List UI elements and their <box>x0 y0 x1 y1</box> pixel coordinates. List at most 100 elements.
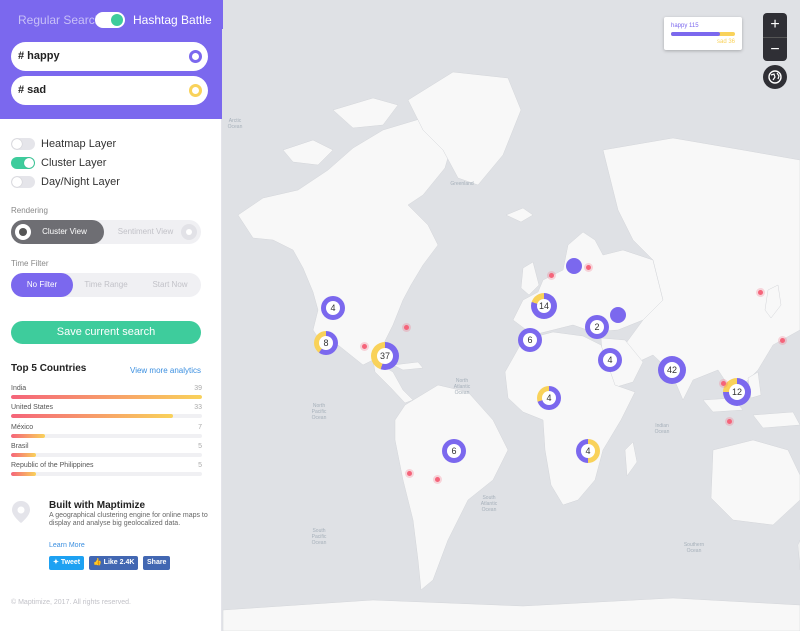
search-mode-switch[interactable] <box>95 12 125 28</box>
country-bar <box>11 453 202 457</box>
twitter-marker-icon[interactable] <box>566 258 582 274</box>
tweet-dot[interactable] <box>780 338 785 343</box>
country-count: 39 <box>194 385 202 392</box>
regular-search-label[interactable]: Regular Search <box>18 13 101 27</box>
tweet-dot[interactable] <box>727 419 732 424</box>
tweet-dot[interactable] <box>758 290 763 295</box>
time-filter-label: Time Filter <box>11 259 49 268</box>
cluster-count: 4 <box>585 446 591 456</box>
cluster-marker[interactable]: 12 <box>723 378 751 406</box>
time-filter-segmented-control: No Filter Time Range Start Now <box>11 273 201 297</box>
country-row: Republic of the Philippines 5 <box>11 462 202 482</box>
country-bar <box>11 414 202 418</box>
facebook-share-button[interactable]: Share <box>143 556 171 570</box>
ocean-label: Arctic Ocean <box>227 118 243 130</box>
no-filter-option[interactable]: No Filter <box>11 273 73 297</box>
ocean-label: North Pacific Ocean <box>311 403 327 421</box>
country-bar-fill <box>11 453 36 457</box>
tweet-dot[interactable] <box>362 344 367 349</box>
ocean-label: Southern Ocean <box>683 542 705 554</box>
cluster-marker[interactable]: 2 <box>585 315 609 339</box>
country-row: Brasil 5 <box>11 443 202 463</box>
country-bar-fill <box>11 395 202 399</box>
tweet-button[interactable]: ✦ Tweet <box>49 556 85 570</box>
cluster-view-radio-icon <box>15 224 31 240</box>
heatmap-layer-switch[interactable] <box>11 138 35 150</box>
time-range-option[interactable]: Time Range <box>75 273 137 297</box>
built-with-title: Built with Maptimize <box>49 500 146 511</box>
hashtag-battle-label[interactable]: Hashtag Battle <box>133 13 212 27</box>
country-bar <box>11 472 202 476</box>
country-name: United States <box>11 404 54 411</box>
world-map[interactable]: Arctic Ocean North Atlantic Ocean North Paci… <box>223 0 800 631</box>
save-search-button[interactable]: Save current search <box>11 321 201 344</box>
happy-score-fill <box>671 32 720 36</box>
start-now-option[interactable]: Start Now <box>139 273 201 297</box>
country-row: México 7 <box>11 424 202 444</box>
cluster-marker[interactable]: 4 <box>321 296 345 320</box>
tweet-dot[interactable] <box>586 265 591 270</box>
cluster-marker[interactable]: 42 <box>658 356 686 384</box>
copyright-text: © Maptimize, 2017. All rights reserved. <box>11 599 131 606</box>
switch-knob <box>111 14 123 26</box>
country-name: Brasil <box>11 443 29 450</box>
cluster-marker[interactable]: 8 <box>314 331 338 355</box>
sentiment-view-radio-icon <box>181 224 197 240</box>
cluster-count: 6 <box>451 446 457 456</box>
cluster-count: 12 <box>731 387 742 397</box>
zoom-out-button[interactable]: − <box>763 37 787 61</box>
cluster-marker[interactable]: 6 <box>518 328 542 352</box>
tweet-dot[interactable] <box>407 471 412 476</box>
cluster-count: 4 <box>330 303 336 313</box>
view-more-analytics-link[interactable]: View more analytics <box>130 366 201 375</box>
built-with-description: A geographical clustering engine for onl… <box>49 512 208 527</box>
country-bar-fill <box>11 434 46 438</box>
hashtag-2-color-dot[interactable] <box>189 84 202 97</box>
sidebar: Regular Search Hashtag Battle # happy # … <box>0 0 222 631</box>
cluster-marker[interactable]: 4 <box>598 348 622 372</box>
cluster-marker[interactable]: 6 <box>442 439 466 463</box>
learn-more-link[interactable]: Learn More <box>49 542 85 549</box>
hashtag-input-2[interactable]: # sad <box>11 76 208 105</box>
cluster-count: 2 <box>594 322 600 332</box>
tweet-dot[interactable] <box>721 381 726 386</box>
country-row: India 39 <box>11 385 202 405</box>
sentiment-view-option[interactable]: Sentiment View <box>104 220 201 244</box>
day-night-layer-switch[interactable] <box>11 176 35 188</box>
battle-score-bar <box>671 32 735 36</box>
ocean-label: North Atlantic Ocean <box>453 378 471 396</box>
cluster-view-option[interactable]: Cluster View <box>11 220 104 244</box>
cluster-marker[interactable]: 4 <box>576 439 600 463</box>
tweet-dot[interactable] <box>549 273 554 278</box>
tweet-dot[interactable] <box>404 325 409 330</box>
country-bar <box>11 395 202 399</box>
facebook-like-button[interactable]: 👍 Like 2.4K <box>89 556 139 570</box>
cluster-layer-label: Cluster Layer <box>41 157 107 169</box>
country-name: México <box>11 424 34 431</box>
country-count: 33 <box>194 404 202 411</box>
day-night-layer-label: Day/Night Layer <box>41 176 120 188</box>
country-bar-fill <box>11 472 36 476</box>
search-mode-toggle-row: Regular Search Hashtag Battle <box>0 12 222 28</box>
zoom-in-button[interactable]: + <box>763 13 787 37</box>
map-pin-icon <box>12 501 30 523</box>
cluster-count: 4 <box>546 393 552 403</box>
cluster-count: 6 <box>527 335 533 345</box>
hashtag-input-1[interactable]: # happy <box>11 42 208 71</box>
heatmap-layer-label: Heatmap Layer <box>41 138 117 150</box>
cluster-layer-switch[interactable] <box>11 157 35 169</box>
search-header: Regular Search Hashtag Battle # happy # … <box>0 0 222 119</box>
cluster-marker[interactable]: 37 <box>371 342 399 370</box>
cluster-marker[interactable]: 14 <box>531 293 557 319</box>
hashtag-1-color-dot[interactable] <box>189 50 202 63</box>
sentiment-view-label: Sentiment View <box>117 227 174 236</box>
cluster-marker[interactable]: 4 <box>537 386 561 410</box>
country-name: Republic of the Philippines <box>11 462 94 469</box>
country-row: United States 33 <box>11 404 202 424</box>
twitter-marker-icon[interactable] <box>610 307 626 323</box>
cluster-count: 37 <box>379 351 390 361</box>
battle-score-legend: happy 115 sad 36 <box>664 17 742 50</box>
globe-icon[interactable] <box>763 65 787 89</box>
cluster-count: 4 <box>607 355 613 365</box>
tweet-dot[interactable] <box>435 477 440 482</box>
